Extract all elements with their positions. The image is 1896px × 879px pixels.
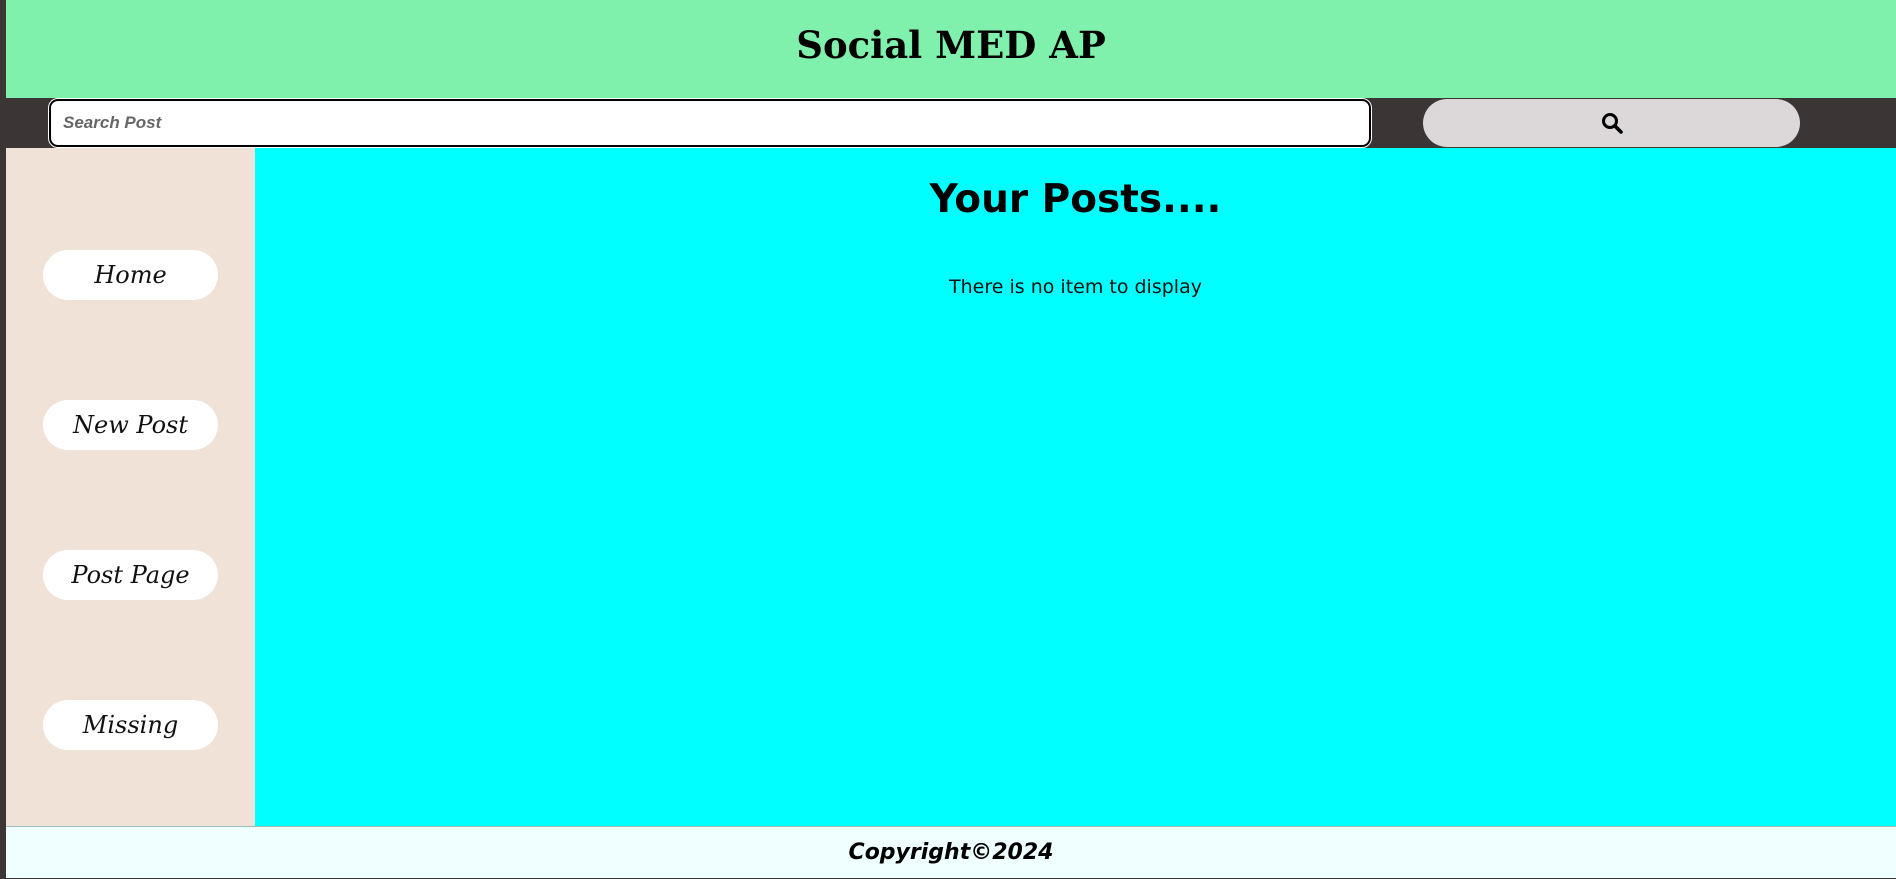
sidebar-item-post-page[interactable]: Post Page <box>43 550 218 600</box>
empty-message: There is no item to display <box>949 276 1202 298</box>
page-title: Social MED AP <box>796 23 1106 67</box>
posts-heading: Your Posts.... <box>929 177 1222 222</box>
sidebar: Home New Post Post Page Missing <box>6 148 255 826</box>
sidebar-item-new-post[interactable]: New Post <box>43 400 218 450</box>
main-content: Your Posts.... There is no item to displ… <box>255 148 1896 826</box>
search-icon <box>1601 113 1623 134</box>
sidebar-item-home[interactable]: Home <box>43 250 218 300</box>
search-input[interactable] <box>48 98 1372 148</box>
search-button[interactable] <box>1423 99 1800 147</box>
sidebar-item-missing[interactable]: Missing <box>43 700 218 750</box>
header: Social MED AP <box>6 0 1896 98</box>
footer: Copyright©2024 <box>6 826 1896 878</box>
search-bar <box>6 98 1896 148</box>
copyright-text: Copyright©2024 <box>848 840 1054 865</box>
app-frame: Social MED AP Home New Post Post Page Mi… <box>6 0 1896 879</box>
